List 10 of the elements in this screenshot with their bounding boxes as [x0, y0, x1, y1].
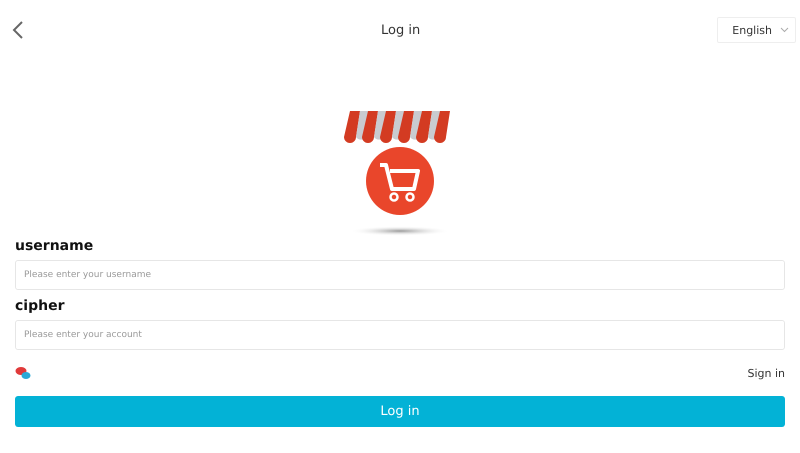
field-label: cipher	[15, 298, 66, 316]
input-field[interactable]: Please enter your username	[15, 260, 785, 290]
back-icon[interactable]	[12, 20, 24, 40]
input-field[interactable]: Please enter your account	[15, 320, 785, 350]
field-label: username	[15, 238, 94, 256]
chat-bubbles-icon[interactable]	[15, 366, 31, 380]
sign-in-link[interactable]: Sign in	[747, 366, 785, 380]
page-title: Log in	[381, 22, 420, 38]
language-dropdown[interactable]: English	[717, 17, 796, 43]
chevron-icon	[780, 27, 789, 33]
